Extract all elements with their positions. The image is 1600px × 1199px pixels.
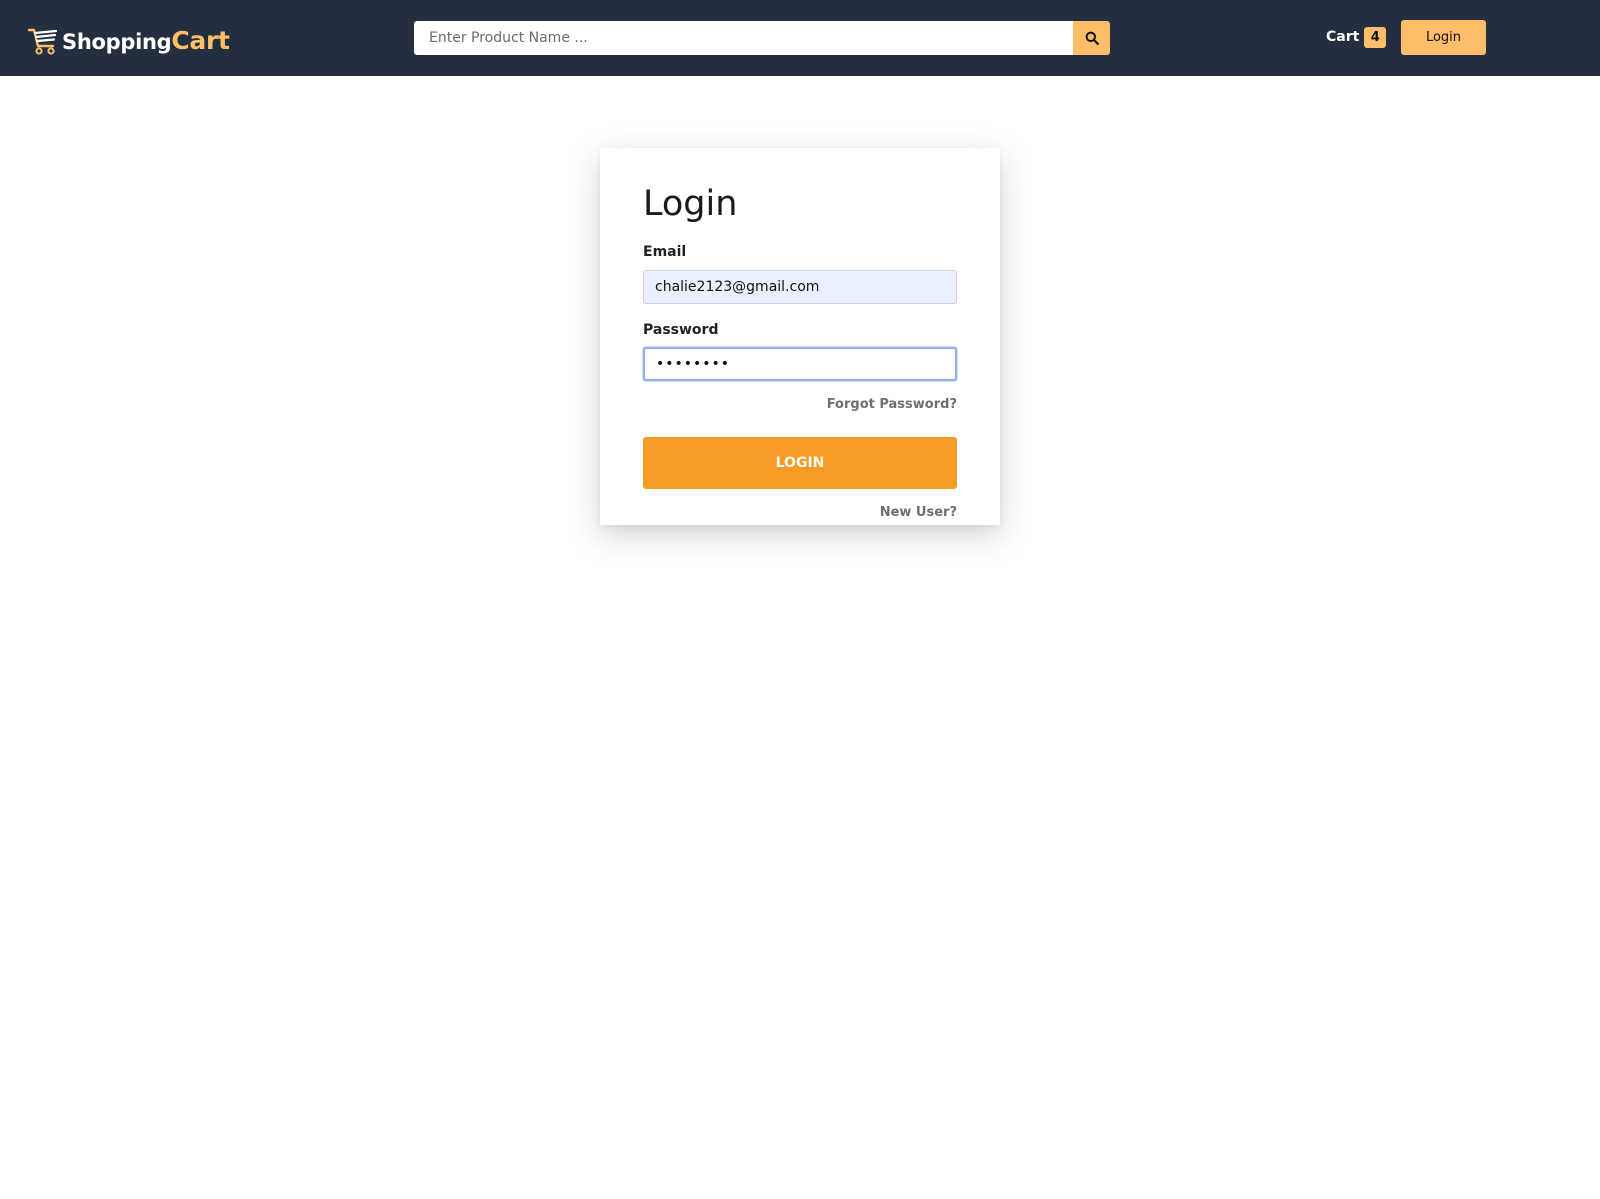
password-label: Password [643, 322, 719, 338]
password-field[interactable] [643, 347, 957, 381]
cart-link[interactable]: Cart 4 [1326, 26, 1387, 48]
login-card: Login Email Password Forgot Password? LO… [600, 148, 1000, 525]
nav-login-button[interactable]: Login [1401, 20, 1486, 55]
email-label: Email [643, 244, 687, 260]
search-bar [414, 21, 1110, 55]
forgot-password-link[interactable]: Forgot Password? [827, 397, 957, 412]
shopping-cart-icon [27, 28, 58, 55]
login-submit-button[interactable]: LOGIN [643, 437, 957, 489]
navbar: ShoppingCart Cart 4 Login [0, 0, 1600, 76]
search-icon [1085, 31, 1099, 45]
cart-label: Cart [1326, 29, 1360, 45]
brand-name: ShoppingCart [62, 26, 230, 55]
brand-logo[interactable]: ShoppingCart [26, 22, 230, 58]
email-field[interactable] [643, 270, 957, 304]
login-title: Login [643, 184, 738, 224]
search-button[interactable] [1073, 21, 1110, 55]
brand-name-part2: Cart [171, 25, 230, 55]
cart-count-badge: 4 [1364, 26, 1387, 48]
new-user-link[interactable]: New User? [880, 505, 957, 520]
brand-name-part1: Shopping [62, 29, 172, 54]
search-input[interactable] [414, 21, 1073, 55]
